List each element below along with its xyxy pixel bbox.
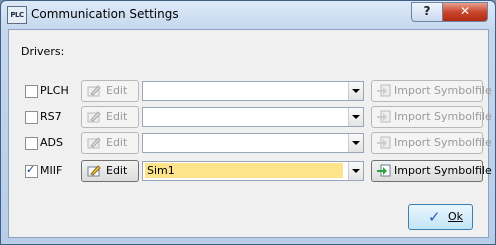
import-label: Import Symbolfile — [394, 164, 492, 177]
import-button-miif[interactable]: Import Symbolfile — [371, 160, 492, 182]
edit-label: Edit — [106, 164, 128, 177]
import-arrow-icon — [377, 84, 391, 97]
driver-label: ADS — [40, 136, 63, 149]
select-value: Sim1 — [145, 163, 343, 178]
dialog-body: Drivers: PLCH Edit Import Symbolfile RS7 — [8, 29, 492, 238]
driver-row-miif: MIIF Edit Sim1 Import Symbolfile — [9, 160, 492, 182]
edit-button-rs7[interactable]: Edit — [81, 106, 139, 128]
import-button-ads[interactable]: Import Symbolfile — [371, 132, 492, 154]
import-arrow-icon — [377, 164, 391, 177]
close-button[interactable]: ✕ — [442, 2, 488, 22]
chevron-down-icon[interactable] — [348, 134, 363, 152]
driver-checkbox-rs7[interactable] — [25, 111, 38, 124]
import-arrow-icon — [377, 136, 391, 149]
title-bar[interactable]: PLC Communication Settings ? ✕ — [1, 1, 495, 29]
import-button-plch[interactable]: Import Symbolfile — [371, 80, 492, 102]
import-button-rs7[interactable]: Import Symbolfile — [371, 106, 492, 128]
chevron-down-icon[interactable] — [348, 108, 363, 126]
import-label: Import Symbolfile — [394, 136, 492, 149]
edit-button-plch[interactable]: Edit — [81, 80, 139, 102]
edit-button-miif[interactable]: Edit — [81, 160, 139, 182]
edit-label: Edit — [106, 110, 128, 123]
driver-checkbox-miif[interactable] — [25, 163, 38, 178]
pencil-edit-icon — [87, 165, 101, 177]
driver-label: MIIF — [40, 164, 63, 177]
ok-label: Ok — [448, 210, 464, 223]
driver-select-ads[interactable] — [142, 133, 364, 153]
help-button[interactable]: ? — [411, 2, 443, 22]
driver-label: RS7 — [40, 110, 62, 123]
driver-select-miif[interactable]: Sim1 — [142, 161, 364, 181]
driver-checkbox-plch[interactable] — [25, 85, 38, 98]
window-title: Communication Settings — [31, 7, 179, 21]
import-label: Import Symbolfile — [394, 84, 492, 97]
import-label: Import Symbolfile — [394, 110, 492, 123]
pencil-edit-icon — [87, 85, 101, 97]
edit-label: Edit — [106, 84, 128, 97]
chevron-down-icon[interactable] — [348, 162, 363, 180]
import-arrow-icon — [377, 110, 391, 123]
app-icon: PLC — [7, 6, 27, 24]
drivers-label: Drivers: — [21, 45, 65, 58]
chevron-down-icon[interactable] — [348, 82, 363, 100]
driver-select-rs7[interactable] — [142, 107, 364, 127]
driver-row-rs7: RS7 Edit Import Symbolfile — [9, 106, 492, 128]
dialog-window: PLC Communication Settings ? ✕ Drivers: … — [0, 0, 496, 245]
pencil-edit-icon — [87, 111, 101, 123]
edit-button-ads[interactable]: Edit — [81, 132, 139, 154]
pencil-edit-icon — [87, 137, 101, 149]
driver-row-plch: PLCH Edit Import Symbolfile — [9, 80, 492, 102]
driver-label: PLCH — [40, 84, 69, 97]
driver-select-plch[interactable] — [142, 81, 364, 101]
driver-checkbox-ads[interactable] — [25, 137, 38, 150]
edit-label: Edit — [106, 136, 128, 149]
driver-row-ads: ADS Edit Import Symbolfile — [9, 132, 492, 154]
checkmark-icon: ✓ — [428, 208, 441, 226]
ok-button[interactable]: ✓ Ok — [408, 204, 473, 230]
